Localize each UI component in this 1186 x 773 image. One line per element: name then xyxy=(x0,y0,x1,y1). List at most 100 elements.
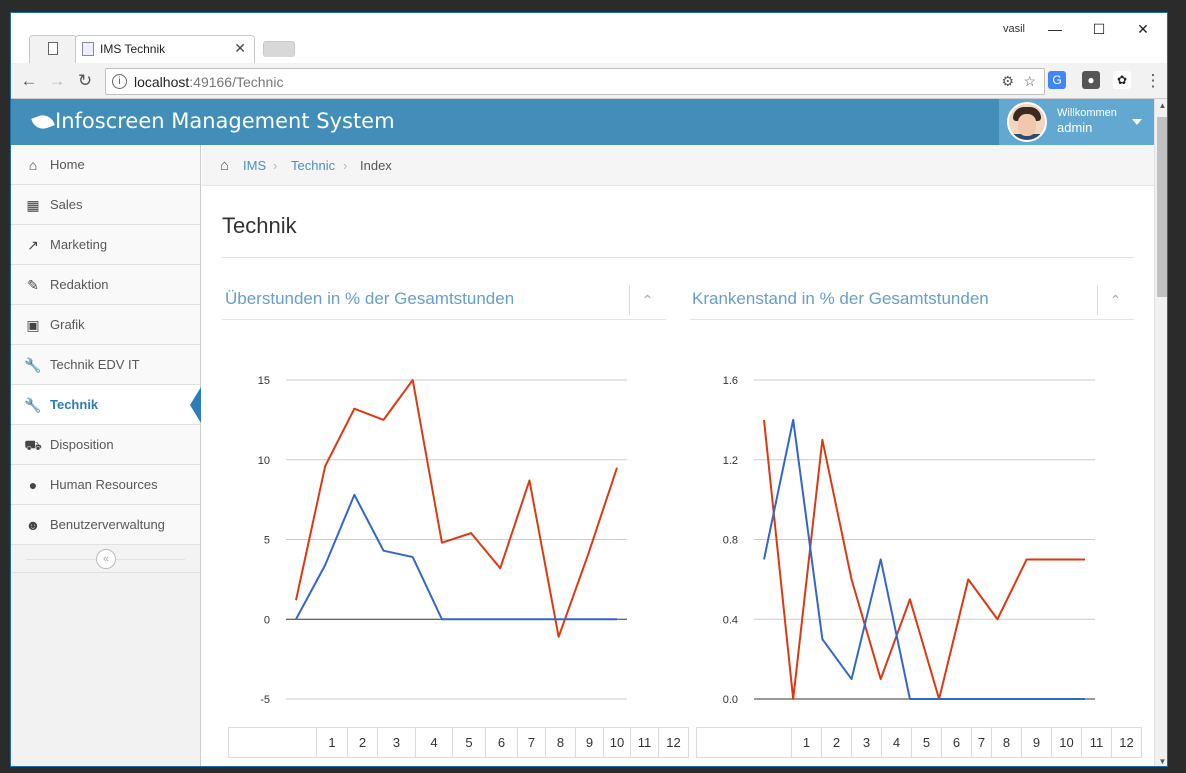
sidebar-item-redaktion[interactable]: ✎ Redaktion xyxy=(11,265,200,305)
pencil-icon: ✎ xyxy=(27,277,39,293)
welcome-label: Willkommen xyxy=(1057,107,1117,119)
google-translate-extension-icon[interactable]: G xyxy=(1048,71,1066,89)
sidebar-item-human-resources[interactable]: ● Human Resources xyxy=(11,465,200,505)
menu-dots-icon[interactable]: ⋮ xyxy=(1141,69,1165,93)
avatar xyxy=(1007,102,1047,142)
maximize-button[interactable]: ☐ xyxy=(1077,17,1121,41)
new-tab-button[interactable] xyxy=(263,41,295,57)
sidebar-item-label: Disposition xyxy=(50,437,114,452)
wrench-icon: 🔧 xyxy=(24,397,42,413)
info-icon[interactable]: i xyxy=(112,74,127,89)
y-tick-label: 0 xyxy=(264,614,270,626)
sidebar-item-marketing[interactable]: ↗ Marketing xyxy=(11,225,200,265)
chart-krankenstand: 1.61.20.80.40.0123456789101112 xyxy=(723,375,1095,708)
series-line-2 xyxy=(295,493,617,621)
chevron-up-icon[interactable]: ⌃ xyxy=(629,285,665,315)
bookmark-star-icon[interactable]: ☆ xyxy=(1023,73,1036,90)
x-tick-label: 11 xyxy=(1050,707,1061,708)
y-tick-label: 1.6 xyxy=(723,375,738,387)
wrench-icon: 🔧 xyxy=(24,357,42,373)
table-header-cell: 8 xyxy=(545,727,576,758)
forward-arrow-icon[interactable]: → xyxy=(45,69,69,93)
user-menu[interactable]: Willkommen admin xyxy=(999,99,1154,145)
tab-ims-technik[interactable]: IMS Technik ✕ xyxy=(75,35,255,63)
scrollbar-thumb[interactable] xyxy=(1157,117,1167,297)
keep-extension-icon[interactable]: ● xyxy=(1082,71,1100,89)
table-header-cell: 6 xyxy=(941,727,972,758)
table-header-cell: 2 xyxy=(821,727,852,758)
breadcrumb-ims[interactable]: IMS xyxy=(243,158,266,173)
x-tick-label: 12 xyxy=(611,707,623,708)
translate-icon[interactable]: ⚙ xyxy=(1001,73,1014,90)
home-icon: ⌂ xyxy=(28,157,38,173)
sidebar-item-technik-edv-it[interactable]: 🔧 Technik EDV IT xyxy=(11,345,200,385)
reload-icon[interactable]: ↻ xyxy=(73,69,97,93)
x-tick-label: 3 xyxy=(351,707,357,708)
breadcrumb-separator-icon: › xyxy=(273,158,278,173)
table-header-cell: 3 xyxy=(851,727,882,758)
x-tick-label: 7 xyxy=(468,707,474,708)
url-host: localhost xyxy=(134,74,190,90)
table-header-cell: 8 xyxy=(991,727,1022,758)
close-window-button[interactable]: ✕ xyxy=(1121,17,1165,41)
sidebar-item-sales[interactable]: ▦ Sales xyxy=(11,185,200,225)
caret-down-icon xyxy=(1132,119,1142,125)
sidebar-item-label: Grafik xyxy=(50,317,85,332)
sidebar-item-technik[interactable]: 🔧 Technik xyxy=(11,385,201,425)
y-tick-label: 0.4 xyxy=(723,614,738,626)
brand-title: Infoscreen Management System xyxy=(55,109,395,133)
sidebar-item-grafik[interactable]: ▣ Grafik xyxy=(11,305,200,345)
breadcrumb-current: Index xyxy=(360,158,392,173)
sidebar-item-label: Technik xyxy=(50,397,99,412)
y-tick-label: 0.8 xyxy=(723,535,738,547)
breadcrumb-technic[interactable]: Technic xyxy=(291,158,335,173)
truck-icon: ⛟ xyxy=(24,437,42,453)
address-bar[interactable]: i localhost:49166/Technic ⚙ ☆ xyxy=(105,68,1045,95)
page-scrollbar[interactable]: ▲ ▼ xyxy=(1154,99,1167,766)
scroll-up-icon[interactable]: ▲ xyxy=(1157,101,1167,110)
table-header-cell: 11 xyxy=(630,727,659,758)
cart-icon: ▦ xyxy=(26,197,40,213)
scroll-down-icon[interactable]: ▼ xyxy=(1157,757,1167,766)
collapse-double-left-icon[interactable]: « xyxy=(96,549,116,569)
table-header-cell: 1 xyxy=(316,727,348,758)
x-tick-label: 9 xyxy=(526,707,532,708)
tab-close-icon[interactable]: ✕ xyxy=(234,40,246,57)
sidebar-item-home[interactable]: ⌂ Home xyxy=(11,145,200,185)
table-header-cell: 2 xyxy=(347,727,378,758)
sidebar-item-benutzerverwaltung[interactable]: ☻ Benutzerverwaltung xyxy=(11,505,200,545)
gnome-extension-icon[interactable]: ✿ xyxy=(1113,71,1131,89)
x-tick-label: 10 xyxy=(1021,707,1033,708)
widget-title-ueberstunden: Überstunden in % der Gesamtstunden xyxy=(225,289,515,308)
window-user-label: vasil xyxy=(1002,23,1025,35)
table-header-cell: 9 xyxy=(575,727,604,758)
table-header-cell: 6 xyxy=(485,727,518,758)
browser-toolbar: ← → ↻ i localhost:49166/Technic ⚙ ☆ G ● … xyxy=(11,63,1167,99)
breadcrumb: ⌂ IMS › Technic › Index xyxy=(202,145,1154,186)
blank-tab[interactable] xyxy=(29,35,77,63)
table-header-cell: 4 xyxy=(881,727,912,758)
app-header: Infoscreen Management System Willkommen … xyxy=(11,99,1154,145)
table-header-cell: 5 xyxy=(911,727,942,758)
page-title: Technik xyxy=(222,213,297,238)
table-header-cell: 7 xyxy=(971,727,992,758)
back-arrow-icon[interactable]: ← xyxy=(17,69,41,93)
widget-divider xyxy=(690,319,1134,320)
table-header-cell: 10 xyxy=(603,727,631,758)
table-header-cell: 1 xyxy=(791,727,822,758)
sidebar-item-disposition[interactable]: ⛟ Disposition xyxy=(11,425,200,465)
x-tick-label: 11 xyxy=(582,707,593,708)
x-tick-label: 6 xyxy=(439,707,445,708)
y-tick-label: 1.2 xyxy=(723,455,738,467)
x-tick-label: 2 xyxy=(790,707,796,708)
active-pointer xyxy=(190,387,201,423)
chevron-up-icon[interactable]: ⌃ xyxy=(1097,285,1133,315)
document-icon xyxy=(48,42,58,55)
y-tick-label: 15 xyxy=(258,375,270,387)
table-header-row: 1 2 3 4 5 6 7 8 9 10 11 12 xyxy=(696,727,1142,758)
y-tick-label: -5 xyxy=(260,694,270,706)
minimize-button[interactable]: — xyxy=(1033,17,1077,41)
table-header-cell xyxy=(696,727,792,758)
brand-link[interactable]: Infoscreen Management System xyxy=(31,109,395,133)
title-divider xyxy=(222,257,1134,258)
